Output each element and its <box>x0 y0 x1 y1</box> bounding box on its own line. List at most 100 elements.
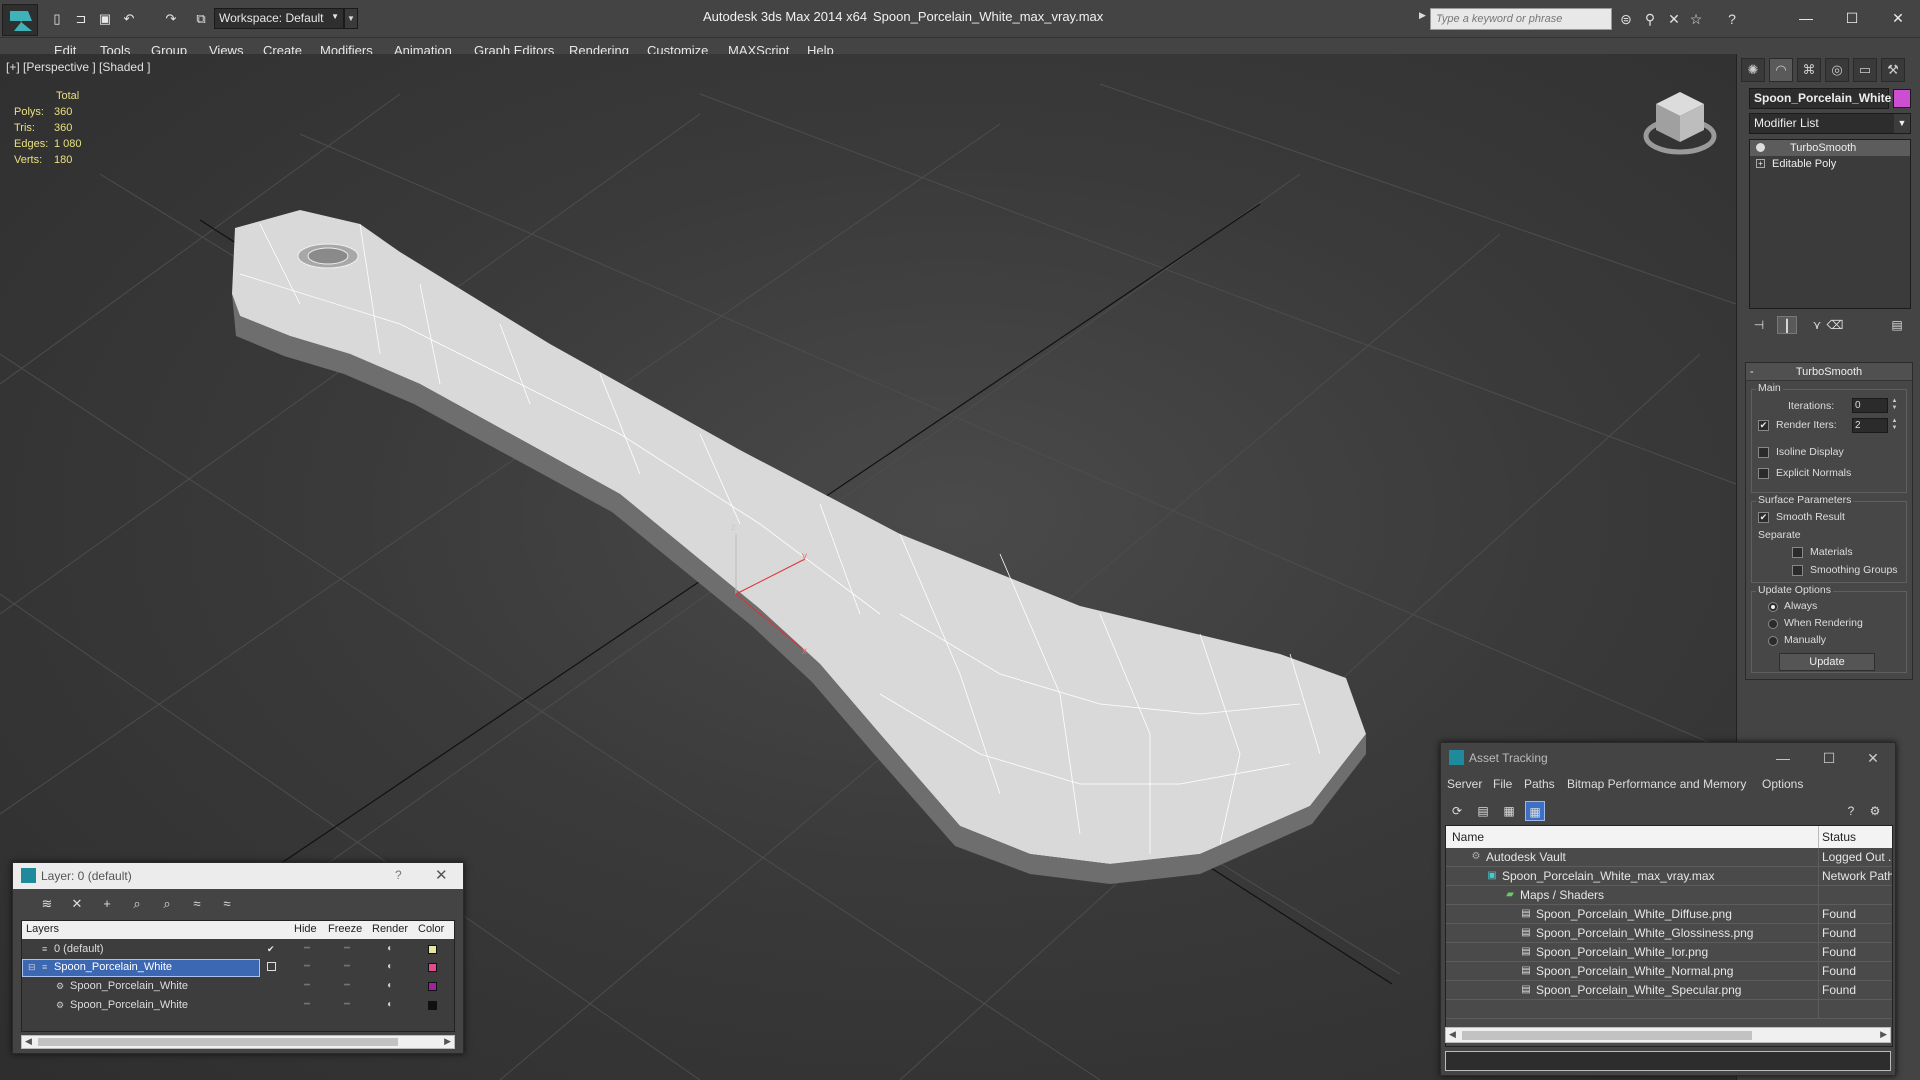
layer-horizontal-scrollbar[interactable]: ◀ ▶ <box>21 1035 455 1049</box>
smooth-result-checkbox[interactable]: ✔ <box>1758 512 1769 523</box>
asset-row[interactable]: ▤ Spoon_Porcelain_White_Glossiness.png Fou… <box>1446 924 1892 943</box>
freeze-toggle[interactable]: ┅ <box>344 961 350 972</box>
column-header-hide[interactable]: Hide <box>294 923 317 935</box>
help-icon[interactable]: ? <box>1722 10 1742 28</box>
column-header-color[interactable]: Color <box>418 923 444 935</box>
viewcube-icon[interactable] <box>1640 84 1720 164</box>
help-icon[interactable]: ? <box>1841 801 1861 821</box>
hide-toggle[interactable]: ┅ <box>304 961 310 972</box>
asset-tracking-titlebar[interactable]: Asset Tracking — ☐ ✕ <box>1441 743 1895 773</box>
asset-row[interactable]: ▤ Spoon_Porcelain_White_Ior.png Found <box>1446 943 1892 962</box>
layer-object-row[interactable]: ⚙ Spoon_Porcelain_White ┅ ┅ ◖ <box>22 997 454 1015</box>
spinner-arrows-icon[interactable]: ▲ ▼ <box>1890 398 1899 413</box>
asset-row[interactable]: ▰ Maps / Shaders <box>1446 886 1892 905</box>
rollout-header[interactable]: - TurboSmooth <box>1746 363 1912 381</box>
materials-checkbox[interactable] <box>1792 547 1803 558</box>
asset-row[interactable]: ▤ Spoon_Porcelain_White_Diffuse.png Found <box>1446 905 1892 924</box>
search-input[interactable]: Type a keyword or phrase <box>1430 8 1612 30</box>
asset-row[interactable]: ▤ Spoon_Porcelain_White_Normal.png Found <box>1446 962 1892 981</box>
redo-icon[interactable]: ↷ <box>162 10 180 28</box>
column-header-render[interactable]: Render <box>372 923 408 935</box>
spinner-arrows-icon[interactable]: ▲ ▼ <box>1890 418 1899 433</box>
scroll-left-icon[interactable]: ◀ <box>1449 1029 1456 1040</box>
collapse-icon[interactable]: ⊟ <box>28 962 38 972</box>
layer-row[interactable]: ≡ 0 (default) ✔ ┅ ┅ ◖ <box>22 941 454 959</box>
update-button[interactable]: Update <box>1779 653 1875 671</box>
menu-bitmap-performance[interactable]: Bitmap Performance and Memory <box>1567 777 1746 791</box>
render-teapot-icon[interactable]: ◖ <box>386 980 392 991</box>
configure-sets-icon[interactable]: ▤ <box>1887 316 1907 334</box>
explicit-normals-checkbox[interactable] <box>1758 468 1769 479</box>
make-unique-icon[interactable]: ⋎ <box>1807 316 1827 334</box>
menu-paths[interactable]: Paths <box>1524 777 1555 791</box>
new-file-icon[interactable]: ▯ <box>48 10 66 28</box>
help-icon[interactable]: ? <box>395 868 402 882</box>
close-icon[interactable]: ✕ <box>1876 4 1920 32</box>
active-layer-box-icon[interactable] <box>267 962 276 971</box>
smoothing-groups-checkbox[interactable] <box>1792 565 1803 576</box>
asset-row[interactable]: ▣ Spoon_Porcelain_White_max_vray.max Netwo… <box>1446 867 1892 886</box>
minimize-icon[interactable]: — <box>1784 4 1828 32</box>
column-divider[interactable] <box>1818 826 1819 848</box>
freeze-toggle[interactable]: ┅ <box>344 999 350 1010</box>
delete-layer-icon[interactable]: ✕ <box>67 895 87 913</box>
menu-server[interactable]: Server <box>1447 777 1482 791</box>
lightbulb-icon[interactable] <box>1756 143 1765 152</box>
settings-icon[interactable]: ⚙ <box>1865 801 1885 821</box>
layer-color-swatch[interactable] <box>428 963 437 972</box>
asset-row[interactable]: ▤ Spoon_Porcelain_White_Specular.png Found <box>1446 981 1892 1000</box>
active-layer-check-icon[interactable]: ✔ <box>267 944 277 954</box>
layer-object-row[interactable]: ⚙ Spoon_Porcelain_White ┅ ┅ ◖ <box>22 978 454 996</box>
refresh-icon[interactable]: ⟳ <box>1447 801 1467 821</box>
workspace-select[interactable]: Workspace: Default ▼ <box>214 8 344 29</box>
layer-row-selected[interactable]: ⊟ ≡ Spoon_Porcelain_White ┅ ┅ ◖ <box>22 959 454 977</box>
viewport-label[interactable]: [+] [Perspective ] [Shaded ] <box>6 60 150 74</box>
column-header-freeze[interactable]: Freeze <box>328 923 362 935</box>
expand-icon[interactable]: + <box>1756 159 1765 168</box>
undo-icon[interactable]: ↶ <box>120 10 138 28</box>
scroll-left-icon[interactable]: ◀ <box>25 1036 32 1047</box>
render-iters-checkbox[interactable]: ✔ <box>1758 420 1769 431</box>
project-folder-icon[interactable]: ⧉ <box>192 10 210 28</box>
hide-toggle[interactable]: ┅ <box>304 943 310 954</box>
asset-horizontal-scrollbar[interactable]: ◀ ▶ <box>1445 1027 1891 1043</box>
render-teapot-icon[interactable]: ◖ <box>386 999 392 1010</box>
hide-all-icon[interactable]: ≈ <box>187 895 207 913</box>
hierarchy-tab-icon[interactable]: ⌘ <box>1797 58 1821 82</box>
add-layer-icon[interactable]: + <box>97 895 117 913</box>
scroll-right-icon[interactable]: ▶ <box>1880 1029 1887 1040</box>
layer-color-swatch[interactable] <box>428 945 437 954</box>
iterations-spinner[interactable]: 0 <box>1852 398 1888 413</box>
isoline-display-checkbox[interactable] <box>1758 447 1769 458</box>
column-header-layers[interactable]: Layers <box>26 923 59 935</box>
radio-always[interactable] <box>1768 602 1778 612</box>
display-tab-icon[interactable]: ▭ <box>1853 58 1877 82</box>
utilities-tab-icon[interactable]: ⚒ <box>1881 58 1905 82</box>
radio-when-rendering[interactable] <box>1768 619 1778 629</box>
stack-item-turbosmooth[interactable]: TurboSmooth <box>1750 140 1910 156</box>
favorites-icon[interactable]: ☆ <box>1686 10 1706 28</box>
asset-row[interactable]: ⚙ Autodesk Vault Logged Out ... <box>1446 848 1892 867</box>
menu-options[interactable]: Options <box>1762 777 1803 791</box>
pin-stack-icon[interactable]: ⊣ <box>1749 316 1769 334</box>
modify-tab-icon[interactable]: ◠ <box>1769 58 1793 82</box>
object-color-swatch[interactable] <box>428 982 437 991</box>
search-expand-icon[interactable]: ▶ <box>1419 10 1426 21</box>
layer-dialog-titlebar[interactable]: Layer: 0 (default) ? ✕ <box>13 863 463 889</box>
menu-file[interactable]: File <box>1493 777 1512 791</box>
app-logo-icon[interactable] <box>2 4 38 36</box>
maximize-icon[interactable]: ☐ <box>1830 4 1874 32</box>
freeze-toggle[interactable]: ┅ <box>344 980 350 991</box>
layer-manager-icon[interactable]: ≋ <box>37 895 57 913</box>
object-name-field[interactable]: Spoon_Porcelain_White <box>1749 88 1891 109</box>
render-teapot-icon[interactable]: ◖ <box>386 961 392 972</box>
select-objects-icon[interactable]: ⌕ <box>127 895 147 913</box>
radio-manually[interactable] <box>1768 636 1778 646</box>
list-view-icon[interactable]: ▤ <box>1473 801 1493 821</box>
render-iters-spinner[interactable]: 2 <box>1852 418 1888 433</box>
binoculars-icon[interactable]: ⊜ <box>1616 10 1636 28</box>
minimize-icon[interactable]: — <box>1763 747 1803 769</box>
close-icon[interactable]: ✕ <box>435 866 448 884</box>
scroll-thumb[interactable] <box>38 1038 398 1046</box>
maximize-icon[interactable]: ☐ <box>1809 747 1849 769</box>
